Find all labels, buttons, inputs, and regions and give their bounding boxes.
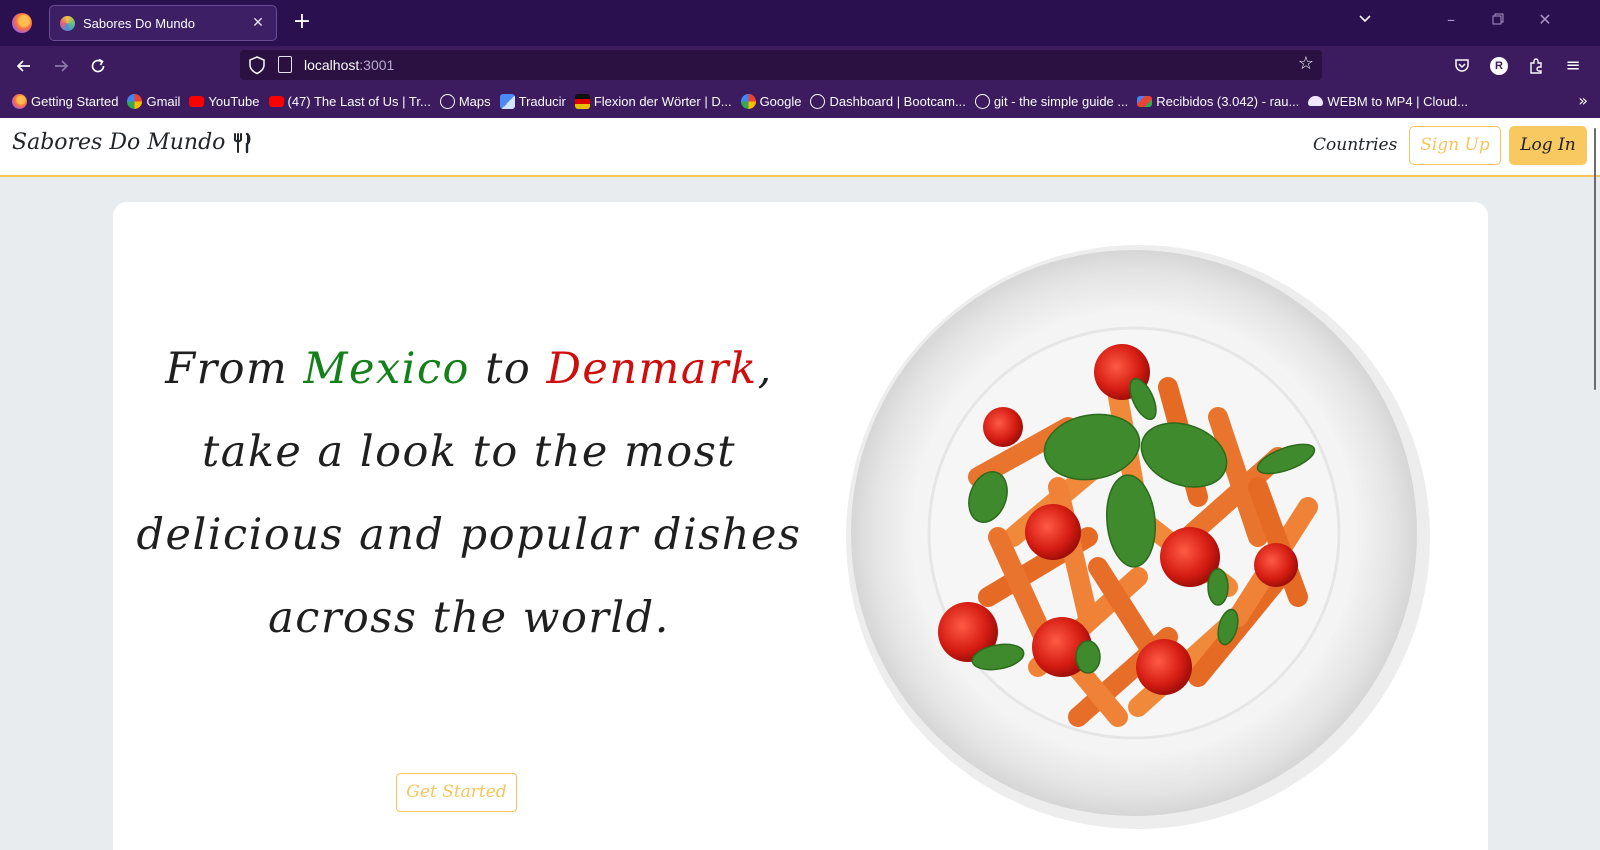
bookmark-item[interactable]: Dashboard | Bootcam...	[810, 93, 966, 109]
bookmark-item[interactable]: Gmail	[127, 93, 180, 109]
page-info-icon[interactable]	[278, 56, 292, 73]
restore-window-icon[interactable]	[1483, 10, 1513, 29]
site-header: Sabores Do Mundo Countries Sign Up Log I…	[0, 118, 1600, 177]
cloud-icon	[1308, 96, 1324, 106]
firefox-icon	[12, 93, 27, 109]
globe-icon	[974, 93, 990, 109]
pasta-plate-image	[846, 245, 1430, 829]
hero-headline: From Mexico to Denmark, take a look to t…	[133, 328, 805, 660]
globe-icon	[810, 93, 826, 109]
reload-icon[interactable]	[86, 54, 110, 78]
bookmark-item[interactable]: Getting Started	[12, 93, 118, 109]
bookmark-item[interactable]: git - the simple guide ...	[974, 93, 1128, 109]
page-viewport: Sabores Do Mundo Countries Sign Up Log I…	[0, 118, 1600, 850]
bookmark-star-icon[interactable]: ☆	[1298, 53, 1314, 74]
more-bookmarks-icon[interactable]: »	[1578, 91, 1588, 110]
youtube-icon	[189, 95, 205, 107]
pocket-icon[interactable]	[1450, 54, 1474, 78]
forward-icon[interactable]	[49, 54, 73, 78]
bookmark-item[interactable]: Recibidos (3.042) - rau...	[1137, 94, 1299, 109]
new-tab-icon[interactable]: +	[289, 9, 315, 35]
extensions-icon[interactable]	[1524, 54, 1548, 78]
get-started-button[interactable]: Get Started	[396, 773, 517, 812]
list-all-tabs-icon[interactable]	[1357, 11, 1373, 31]
brand-logo[interactable]: Sabores Do Mundo	[12, 130, 253, 155]
headline-line-3: delicious and popular dishes	[136, 510, 802, 560]
headline-line-1: From Mexico to Denmark,	[165, 344, 773, 394]
youtube-icon	[268, 95, 284, 107]
bookmark-item[interactable]: (47) The Last of Us | Tr...	[268, 94, 431, 109]
fork-knife-icon	[234, 132, 251, 153]
mexico-text: Mexico	[303, 344, 470, 394]
globe-icon	[439, 93, 455, 109]
page-scrollbar[interactable]	[1590, 118, 1600, 850]
login-button[interactable]: Log In	[1509, 126, 1587, 165]
brand-name: Sabores Do Mundo	[12, 130, 226, 155]
bookmark-item[interactable]: Flexion der Wörter | D...	[574, 93, 732, 109]
browser-tab-active[interactable]: Sabores Do Mundo ✕	[49, 5, 277, 41]
bookmark-item[interactable]: YouTube	[189, 94, 260, 109]
hero-card: From Mexico to Denmark, take a look to t…	[113, 202, 1488, 850]
minimize-window-icon[interactable]: –	[1436, 10, 1466, 29]
browser-toolbar: localhost:3001 ☆ R ≡	[0, 46, 1600, 84]
account-avatar-icon[interactable]: R	[1487, 54, 1511, 78]
browser-tab-strip: Sabores Do Mundo ✕ + – ✕	[0, 0, 1600, 46]
tracking-shield-icon[interactable]	[248, 55, 266, 75]
back-icon[interactable]	[12, 54, 36, 78]
google-icon	[127, 93, 143, 109]
bookmark-item[interactable]: Traducir	[499, 93, 566, 109]
url-text[interactable]: localhost:3001	[304, 57, 394, 73]
site-favicon-icon	[60, 15, 75, 31]
nav-countries-link[interactable]: Countries	[1313, 135, 1397, 155]
bookmark-item[interactable]: Google	[740, 93, 801, 109]
denmark-text: Denmark	[546, 344, 758, 394]
gmail-icon	[1137, 95, 1153, 107]
signup-button[interactable]: Sign Up	[1409, 126, 1501, 165]
firefox-menu-icon[interactable]	[12, 13, 32, 33]
google-translate-icon	[499, 93, 515, 109]
app-menu-icon[interactable]: ≡	[1561, 54, 1585, 78]
bookmark-item[interactable]: Maps	[439, 93, 491, 109]
headline-line-4: across the world.	[268, 593, 670, 643]
tab-title: Sabores Do Mundo	[83, 15, 196, 31]
close-tab-icon[interactable]: ✕	[250, 15, 266, 31]
bookmarks-toolbar: Getting Started Gmail YouTube (47) The L…	[0, 84, 1600, 118]
close-window-icon[interactable]: ✕	[1530, 10, 1560, 29]
bookmark-item[interactable]: WEBM to MP4 | Cloud...	[1308, 94, 1468, 109]
flag-icon	[574, 93, 590, 109]
address-bar[interactable]: localhost:3001 ☆	[240, 50, 1322, 80]
scrollbar-thumb[interactable]	[1594, 128, 1596, 390]
google-icon	[740, 93, 756, 109]
headline-line-2: take a look to the most	[201, 427, 737, 477]
